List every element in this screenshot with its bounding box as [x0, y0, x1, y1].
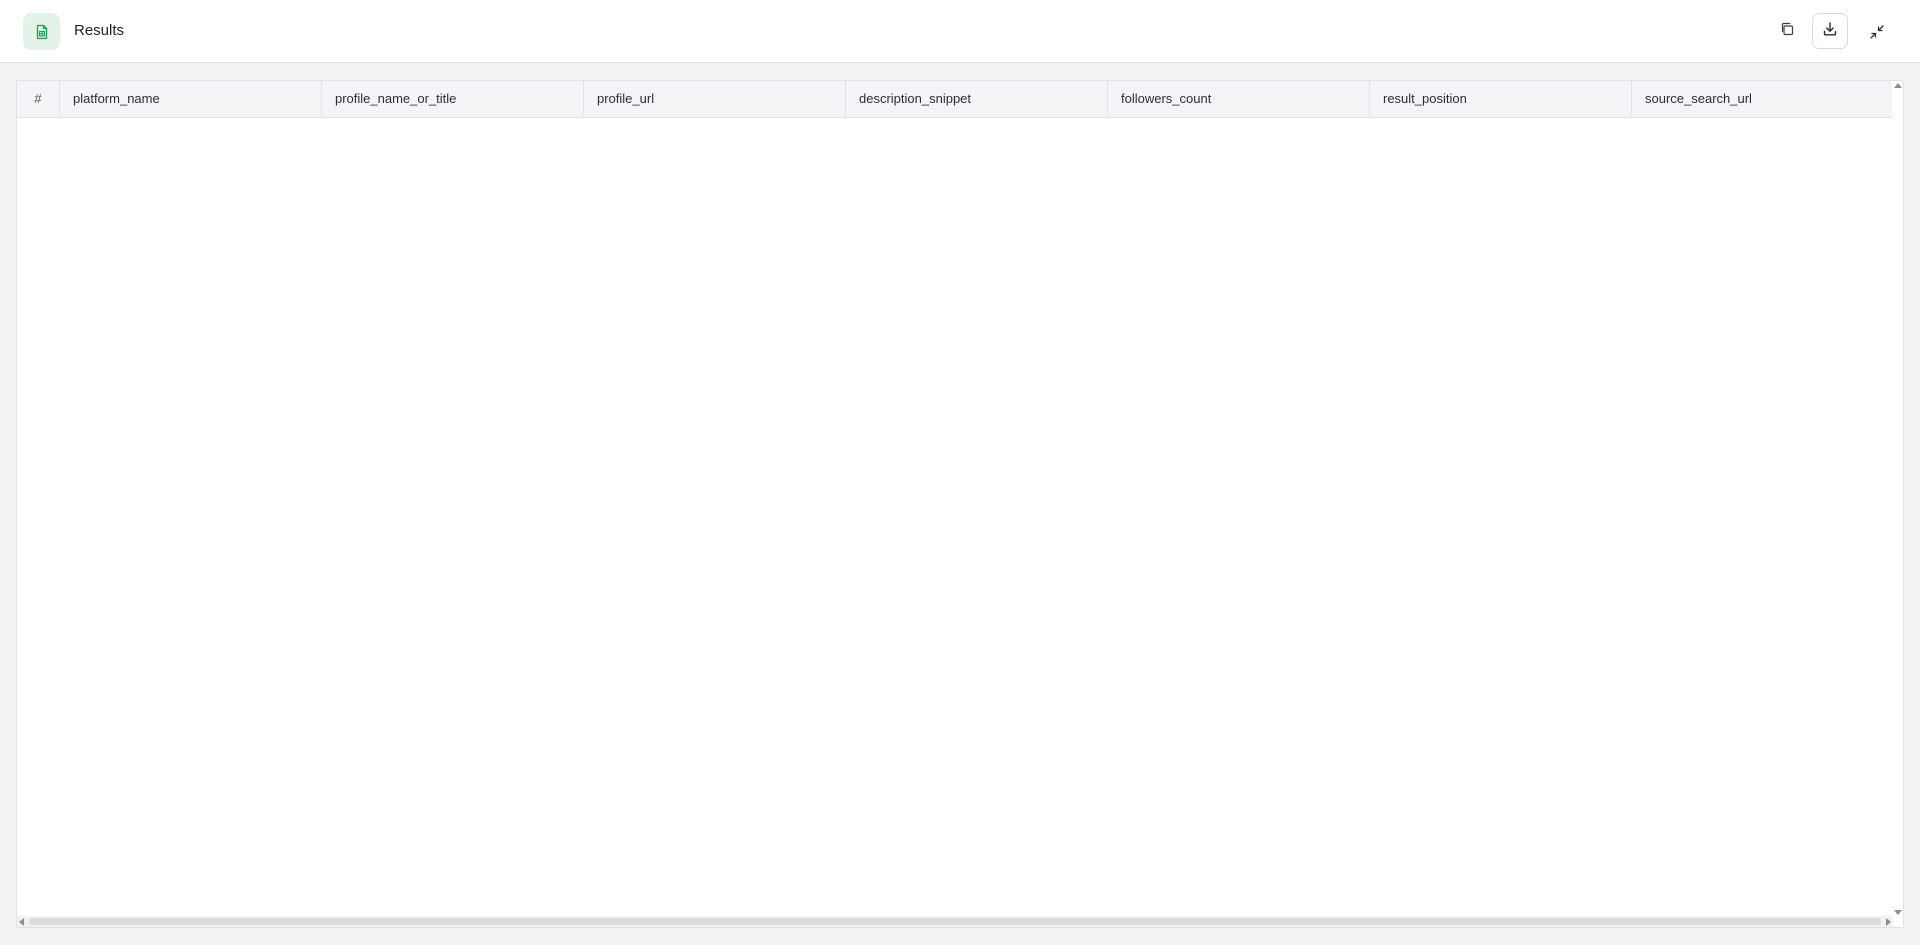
scroll-down-arrow-icon[interactable] [1894, 910, 1902, 915]
copy-button[interactable] [1775, 19, 1799, 43]
page-title: Results [74, 22, 125, 39]
column-header-source-search-url[interactable]: source_search_url [1632, 81, 1893, 117]
results-table: # platform_name profile_name_or_title pr… [16, 80, 1904, 928]
table-header-row: # platform_name profile_name_or_title pr… [17, 81, 1893, 118]
column-header-platform-name[interactable]: platform_name [60, 81, 322, 117]
column-header-profile-name-or-title[interactable]: profile_name_or_title [322, 81, 584, 117]
scroll-up-arrow-icon[interactable] [1894, 83, 1902, 88]
results-header: Results [0, 0, 1920, 63]
horizontal-scrollbar-thumb[interactable] [29, 918, 1881, 925]
vertical-scrollbar[interactable] [1892, 81, 1903, 917]
collapse-button[interactable] [1865, 22, 1889, 46]
spreadsheet-icon [23, 13, 60, 50]
collapse-icon [1869, 24, 1885, 45]
column-header-index[interactable]: # [17, 81, 60, 117]
column-header-followers-count[interactable]: followers_count [1108, 81, 1370, 117]
download-button[interactable] [1812, 13, 1848, 49]
copy-icon [1780, 22, 1794, 41]
download-icon [1822, 21, 1838, 42]
scroll-right-arrow-icon[interactable] [1886, 918, 1891, 926]
column-header-description-snippet[interactable]: description_snippet [846, 81, 1108, 117]
horizontal-scrollbar[interactable] [17, 916, 1893, 927]
table-body [17, 118, 1893, 917]
scroll-left-arrow-icon[interactable] [19, 918, 24, 926]
column-header-profile-url[interactable]: profile_url [584, 81, 846, 117]
column-header-result-position[interactable]: result_position [1370, 81, 1632, 117]
